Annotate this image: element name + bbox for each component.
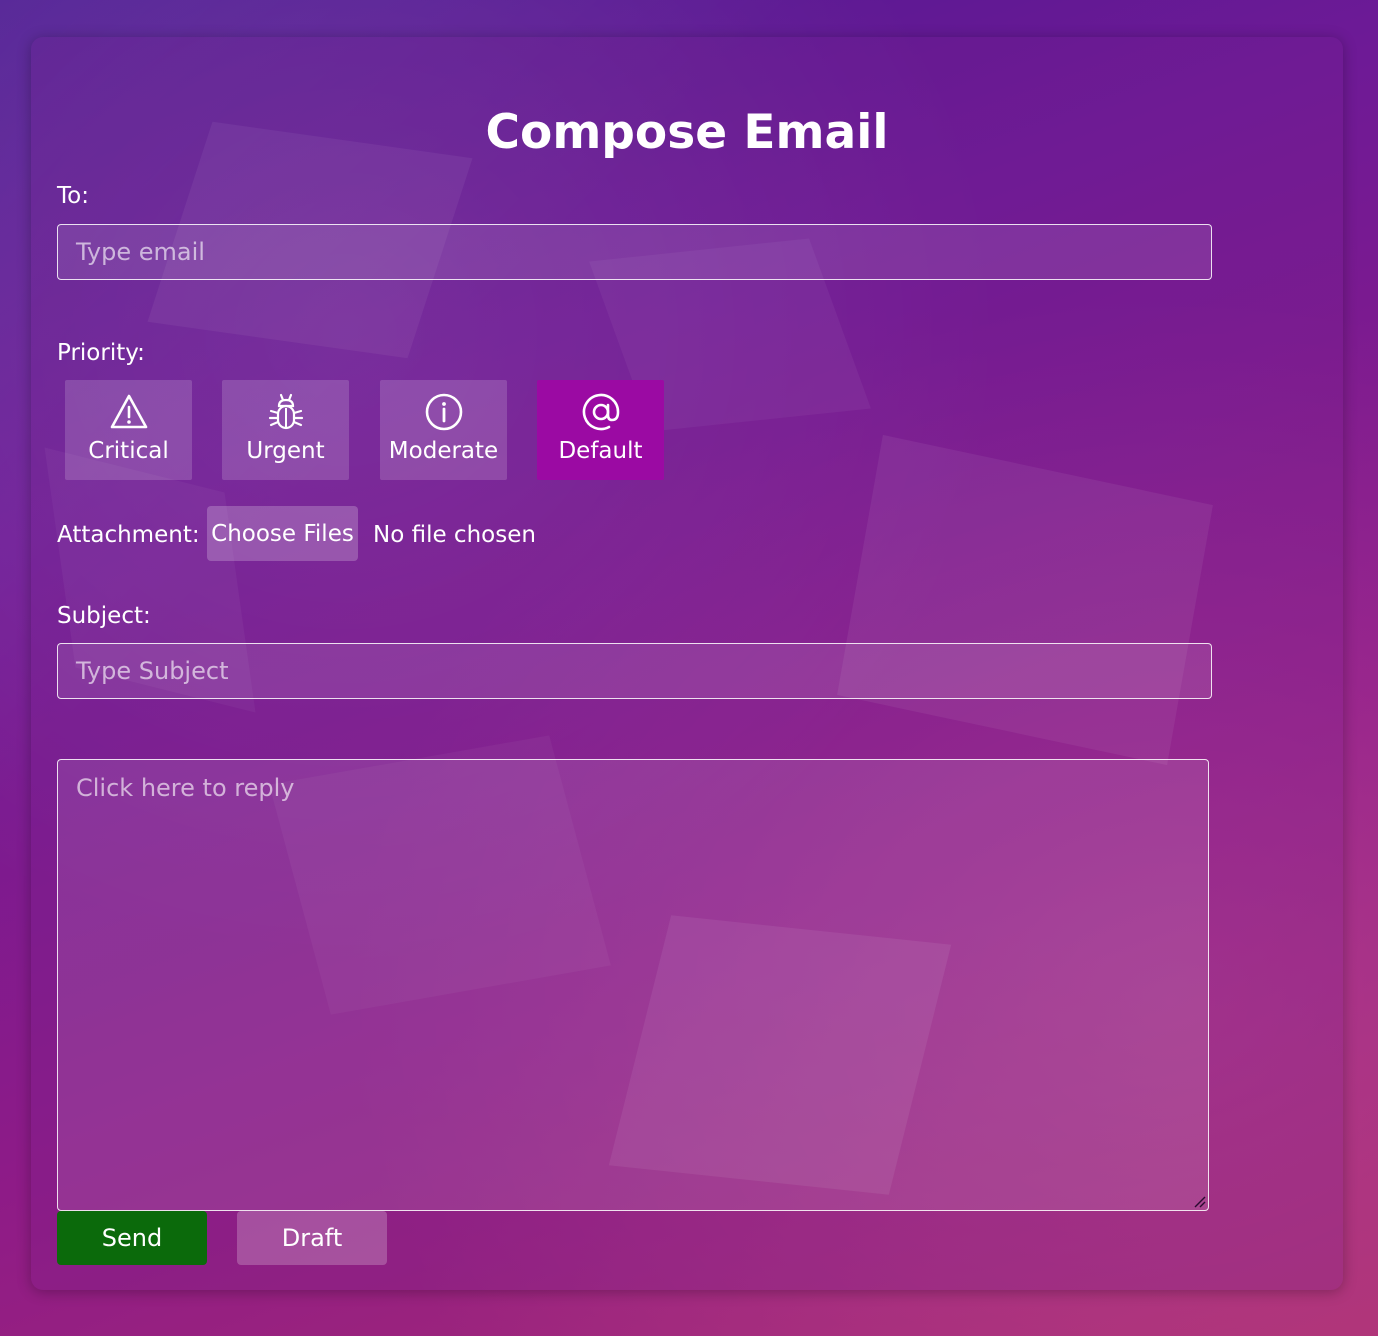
to-email-input[interactable]: Type email <box>57 224 1212 280</box>
at-sign-icon <box>582 393 619 431</box>
subject-label: Subject: <box>57 603 151 629</box>
reply-placeholder: Click here to reply <box>76 774 295 802</box>
attachment-label: Attachment: <box>57 522 200 548</box>
bug-icon <box>268 393 303 430</box>
priority-option-urgent[interactable]: Urgent <box>222 380 349 480</box>
priority-option-moderate[interactable]: Moderate <box>380 380 507 480</box>
warning-triangle-icon <box>110 394 147 429</box>
to-email-placeholder: Type email <box>76 238 205 266</box>
page-title: Compose Email <box>485 105 889 160</box>
send-button[interactable]: Send <box>57 1211 207 1265</box>
subject-placeholder: Type Subject <box>76 657 229 685</box>
to-label: To: <box>57 183 89 209</box>
resize-handle-icon[interactable] <box>1192 1194 1206 1208</box>
compose-email-panel: Compose Email To: Type email Priority: C… <box>31 37 1343 1290</box>
priority-option-label: Critical <box>88 438 169 464</box>
reply-textarea[interactable]: Click here to reply <box>57 759 1209 1211</box>
priority-option-critical[interactable]: Critical <box>65 380 192 480</box>
choose-files-button[interactable]: Choose Files <box>207 506 358 561</box>
subject-input[interactable]: Type Subject <box>57 643 1212 699</box>
file-status-text: No file chosen <box>373 522 536 548</box>
draft-button[interactable]: Draft <box>237 1211 387 1265</box>
priority-option-default[interactable]: Default <box>537 380 664 480</box>
priority-option-label: Moderate <box>388 438 499 464</box>
priority-label: Priority: <box>57 340 145 366</box>
priority-option-label: Default <box>558 438 643 464</box>
info-circle-icon <box>425 393 462 431</box>
priority-option-label: Urgent <box>246 438 325 464</box>
